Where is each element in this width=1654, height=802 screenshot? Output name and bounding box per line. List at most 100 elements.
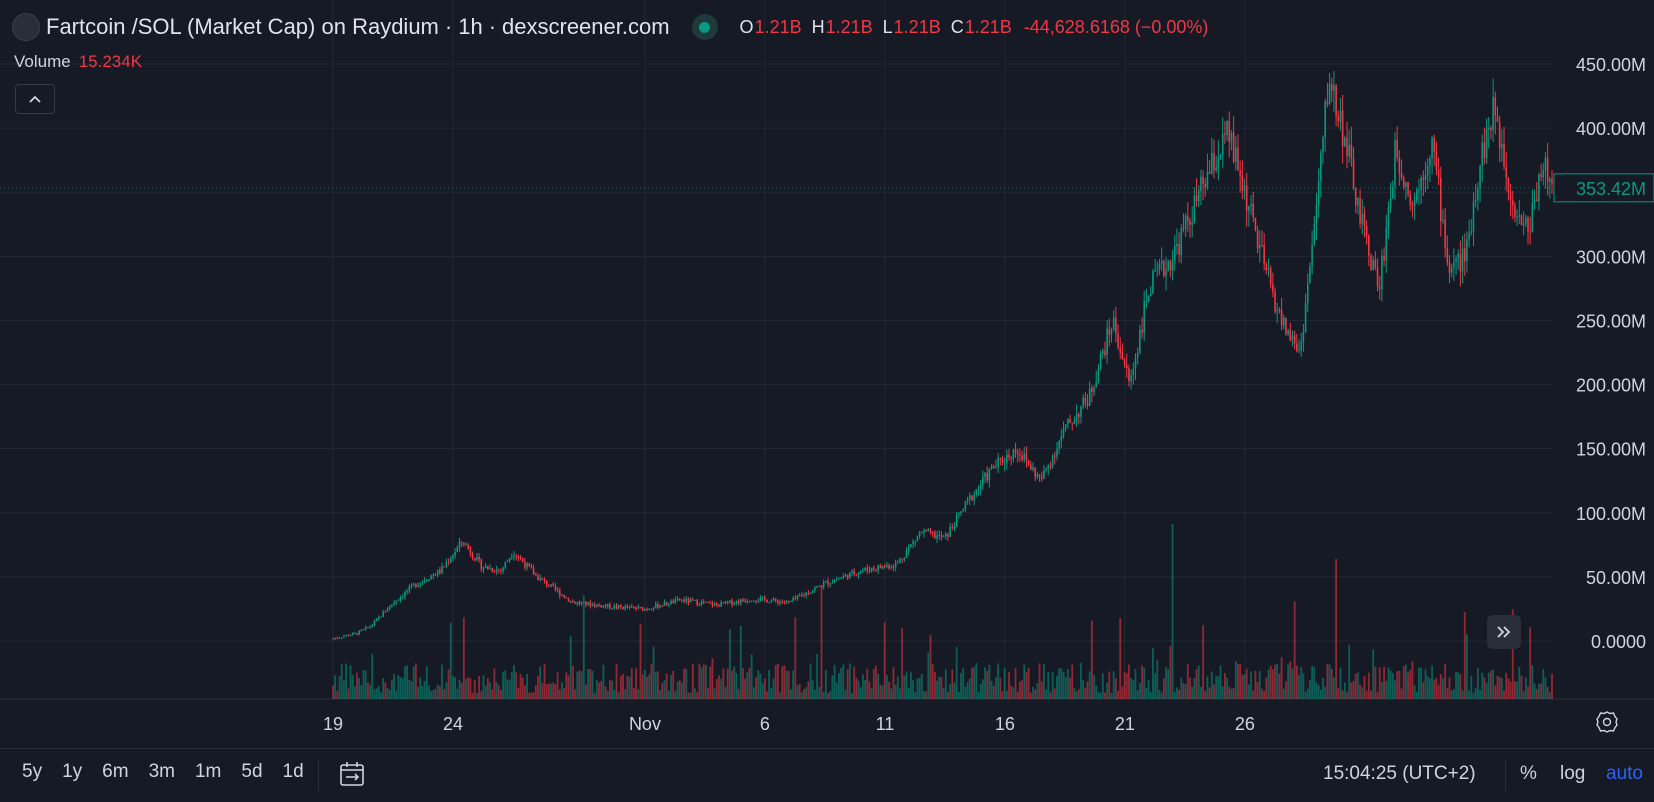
volume-bar <box>820 585 823 699</box>
scroll-to-realtime-button[interactable] <box>1487 615 1521 649</box>
candle-body <box>1402 177 1405 187</box>
candle-body <box>1211 152 1213 174</box>
volume-bar <box>755 677 757 699</box>
range-1m[interactable]: 1m <box>195 761 221 783</box>
volume-bar <box>942 688 945 699</box>
candle-body <box>1197 190 1200 202</box>
candle-body <box>772 598 775 601</box>
volume-bar <box>672 670 675 699</box>
clock-label[interactable]: 15:04:25 (UTC+2) <box>1323 763 1476 785</box>
candle-body <box>1437 169 1440 178</box>
volume-bar <box>1110 692 1113 699</box>
calendar-range-icon[interactable] <box>338 759 368 789</box>
percent-toggle[interactable]: % <box>1520 763 1537 785</box>
auto-toggle[interactable]: auto <box>1606 763 1643 785</box>
candle-body <box>1101 350 1104 355</box>
candle-body <box>1439 177 1442 222</box>
volume-bar <box>759 673 762 699</box>
volume-bar <box>580 671 583 699</box>
volume-bar <box>1542 668 1545 699</box>
candle-body <box>1025 453 1028 461</box>
candle-body <box>792 597 794 601</box>
volume-bar <box>951 669 954 699</box>
candle-body <box>1405 182 1407 187</box>
volume-bar <box>912 680 914 699</box>
candle-body <box>1507 177 1510 193</box>
range-1y[interactable]: 1y <box>62 761 82 783</box>
volume-bar <box>497 685 500 699</box>
volume-bar <box>1058 668 1061 699</box>
volume-bar <box>674 690 677 699</box>
candle-body <box>1034 467 1036 477</box>
candle-body <box>707 601 709 603</box>
candle-body <box>1261 245 1263 247</box>
range-1d[interactable]: 1d <box>283 761 304 783</box>
log-toggle[interactable]: log <box>1560 763 1585 785</box>
volume-bar <box>1540 683 1542 699</box>
candle-body <box>1086 403 1089 406</box>
volume-bar <box>1346 692 1348 699</box>
gear-icon[interactable] <box>1595 710 1619 734</box>
volume-bar <box>1084 687 1087 699</box>
candle-body <box>428 579 430 581</box>
candle-body <box>676 598 679 600</box>
candle-body <box>1030 464 1032 470</box>
volume-bar <box>1426 676 1429 699</box>
volume-bar <box>1391 672 1394 699</box>
candle-body <box>609 604 611 609</box>
candle-body <box>1176 244 1178 247</box>
volume-bar <box>949 683 952 699</box>
volume-bar <box>1494 685 1497 699</box>
volume-bar <box>561 682 563 699</box>
candle-body <box>1278 309 1281 311</box>
volume-bar <box>1213 684 1215 699</box>
volume-bar <box>506 679 509 699</box>
price-chart[interactable]: 450.00M400.00M350.00M300.00M250.00M200.0… <box>0 0 1654 748</box>
range-5y[interactable]: 5y <box>22 761 42 783</box>
volume-bar <box>377 686 380 699</box>
volume-bar <box>1186 664 1189 699</box>
candle-body <box>1248 205 1250 211</box>
volume-bar <box>1073 688 1076 699</box>
candle-body <box>770 600 773 603</box>
volume-bar <box>1128 664 1130 699</box>
candle-body <box>377 616 380 619</box>
range-3m[interactable]: 3m <box>149 761 175 783</box>
volume-bar <box>803 688 805 699</box>
volume-bar <box>539 666 542 699</box>
candle-body <box>1540 174 1542 178</box>
volume-bar <box>678 680 681 699</box>
candle-body <box>942 536 945 538</box>
volume-bar <box>1330 668 1333 699</box>
volume-bar <box>722 668 725 699</box>
range-6m[interactable]: 6m <box>102 761 128 783</box>
volume-bar <box>1027 668 1030 699</box>
volume-bar <box>598 682 600 699</box>
range-5d[interactable]: 5d <box>241 761 262 783</box>
candle-body <box>482 567 485 570</box>
candle-body <box>1546 157 1549 182</box>
candle-body <box>558 590 561 596</box>
candle-body <box>1459 253 1462 272</box>
volume-bar <box>1524 677 1527 699</box>
volume-bar <box>1261 688 1263 699</box>
candle-body <box>1514 205 1516 217</box>
y-tick-label: 400.00M <box>1576 119 1646 139</box>
candle-body <box>1230 132 1233 143</box>
volume-bar <box>818 686 821 699</box>
candle-body <box>923 530 925 533</box>
collapse-legend-button[interactable] <box>15 84 55 114</box>
candle-body <box>687 598 690 603</box>
volume-bar <box>709 666 712 699</box>
volume-bar <box>1492 669 1495 699</box>
volume-bar <box>1404 664 1407 699</box>
volume-bar <box>696 692 699 699</box>
candle-body <box>949 527 951 537</box>
high-value: 1.21B <box>825 16 873 37</box>
candle-body <box>722 602 725 604</box>
volume-bar <box>445 682 448 699</box>
volume-bar <box>635 668 638 699</box>
candle-body <box>1348 144 1350 157</box>
candle-body <box>842 575 845 578</box>
candle-body <box>1287 330 1289 334</box>
